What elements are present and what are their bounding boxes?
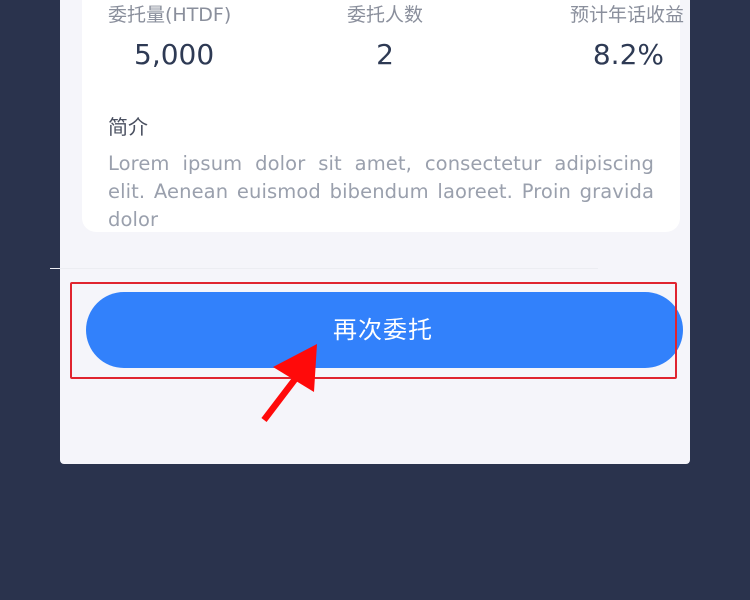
highlight-box: [70, 282, 677, 379]
stat-value: 2: [376, 38, 394, 71]
stat-value: 8.2%: [592, 38, 664, 71]
stat-label: 预计年话收益: [569, 4, 684, 26]
stat-label: 委托量(HTDF): [108, 4, 232, 26]
delegation-info-card: 委托量(HTDF) 5,000 委托人数 2 预计年话收益 8.2% 简介 Lo…: [82, 0, 684, 232]
delegation-panel: 委托量(HTDF) 5,000 委托人数 2 预计年话收益 8.2% 简介 Lo…: [60, 0, 690, 464]
intro-text: Lorem ipsum dolor sit amet, consectetur …: [108, 152, 654, 231]
intro-title: 简介: [108, 115, 148, 139]
divider: [50, 268, 598, 269]
stat-label: 委托人数: [346, 4, 423, 26]
red-arrow-icon: [261, 344, 317, 422]
